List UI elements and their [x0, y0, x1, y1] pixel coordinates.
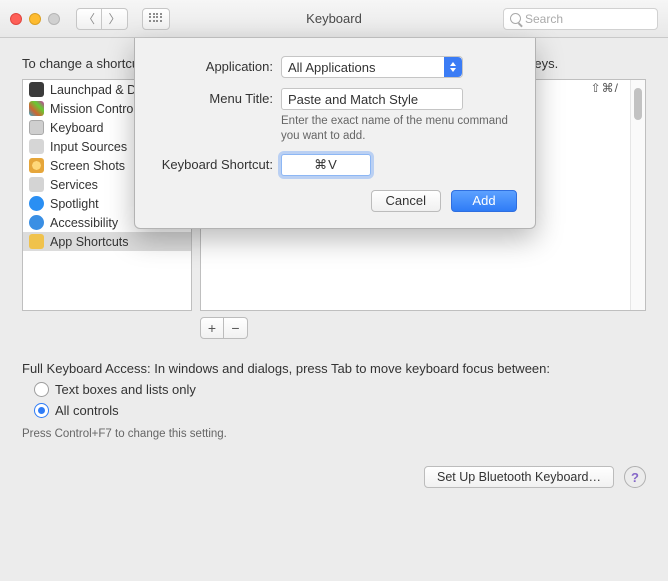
radio-label: All controls: [55, 403, 119, 418]
radio-label: Text boxes and lists only: [55, 382, 196, 397]
services-icon: [29, 177, 44, 192]
search-wrap: Search: [503, 8, 658, 30]
remove-shortcut-button[interactable]: −: [224, 317, 248, 339]
search-placeholder: Search: [525, 12, 563, 26]
forward-button[interactable]: 〉: [102, 8, 128, 30]
shortcut-input[interactable]: ⌘V: [281, 154, 371, 176]
search-input[interactable]: Search: [503, 8, 658, 30]
scrollbar-thumb[interactable]: [634, 88, 642, 120]
sidebar-item-label: Mission Control: [50, 102, 136, 116]
sidebar-item-label: Input Sources: [50, 140, 127, 154]
input-sources-icon: [29, 139, 44, 154]
menu-title-help: Enter the exact name of the menu command…: [281, 114, 517, 144]
sidebar-item-label: Accessibility: [50, 216, 118, 230]
add-remove-buttons: + −: [200, 317, 646, 339]
keyboard-icon: [29, 120, 44, 135]
radio-button[interactable]: [34, 403, 49, 418]
cancel-button[interactable]: Cancel: [371, 190, 441, 212]
close-window-button[interactable]: [10, 13, 22, 25]
add-button[interactable]: Add: [451, 190, 517, 212]
back-button[interactable]: 〈: [76, 8, 102, 30]
radio-all-controls[interactable]: All controls: [34, 403, 646, 418]
application-value: All Applications: [288, 60, 375, 75]
sidebar-item-label: Keyboard: [50, 121, 104, 135]
sidebar-item-label: Screen Shots: [50, 159, 125, 173]
dropdown-caps-icon: [444, 57, 462, 77]
accessibility-icon: [29, 215, 44, 230]
shortcut-value: ⌘V: [314, 157, 338, 173]
titlebar: 〈 〉 Keyboard Search: [0, 0, 668, 38]
menu-title-value: Paste and Match Style: [288, 92, 418, 107]
full-keyboard-access-text: Full Keyboard Access: In windows and dia…: [22, 361, 646, 376]
mission-control-icon: [29, 101, 44, 116]
sheet-buttons: Cancel Add: [153, 190, 517, 212]
app-shortcuts-icon: [29, 234, 44, 249]
application-select[interactable]: All Applications: [281, 56, 463, 78]
bluetooth-keyboard-button[interactable]: Set Up Bluetooth Keyboard…: [424, 466, 614, 488]
shortcut-label: Keyboard Shortcut:: [153, 154, 281, 172]
grid-icon: [149, 13, 163, 25]
zoom-window-button: [48, 13, 60, 25]
application-label: Application:: [153, 56, 281, 74]
shortcut-indicator: ⇧⌘/: [591, 81, 619, 95]
footer: Set Up Bluetooth Keyboard… ?: [22, 466, 646, 488]
screen-shots-icon: [29, 158, 44, 173]
launchpad-icon: [29, 82, 44, 97]
scrollbar[interactable]: [630, 80, 645, 310]
show-all-button[interactable]: [142, 8, 170, 30]
menu-title-input[interactable]: Paste and Match Style: [281, 88, 463, 110]
sidebar-item-label: Spotlight: [50, 197, 99, 211]
sidebar-item-label: App Shortcuts: [50, 235, 129, 249]
sidebar-item-label: Services: [50, 178, 98, 192]
add-shortcut-button[interactable]: +: [200, 317, 224, 339]
minimize-window-button[interactable]: [29, 13, 41, 25]
spotlight-icon: [29, 196, 44, 211]
add-shortcut-sheet: Application: All Applications Menu Title…: [134, 38, 536, 229]
radio-button[interactable]: [34, 382, 49, 397]
window-controls: [10, 13, 60, 25]
menu-title-label: Menu Title:: [153, 88, 281, 106]
help-button[interactable]: ?: [624, 466, 646, 488]
search-icon: [510, 13, 521, 24]
sidebar-item-app-shortcuts[interactable]: App Shortcuts: [23, 232, 191, 251]
hint-text: Press Control+F7 to change this setting.: [22, 428, 646, 440]
radio-text-boxes[interactable]: Text boxes and lists only: [34, 382, 646, 397]
nav-buttons: 〈 〉: [76, 8, 128, 30]
